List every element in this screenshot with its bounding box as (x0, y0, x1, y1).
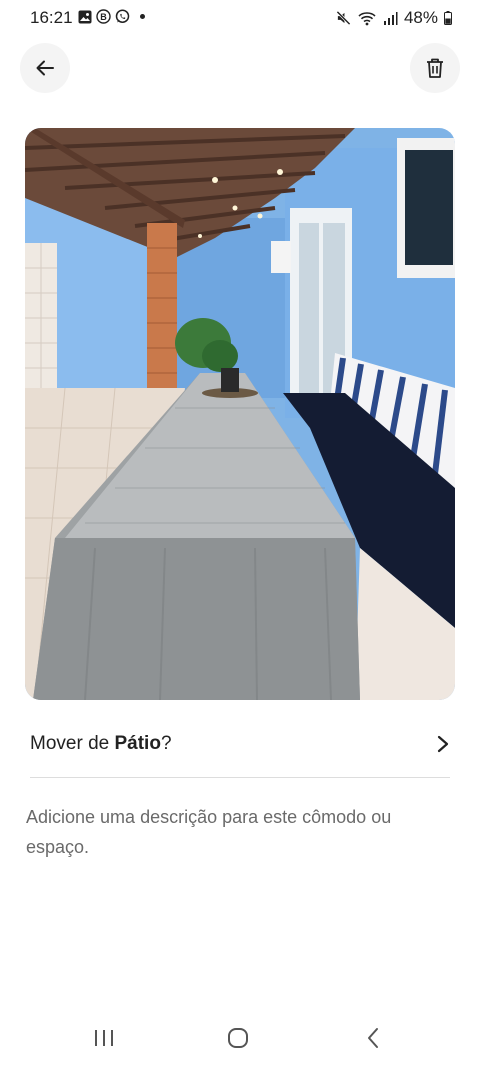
battery-level: 48% (403, 8, 438, 27)
system-back-button[interactable] (358, 1024, 388, 1052)
room-photo[interactable] (25, 128, 455, 700)
move-suffix: ? (160, 733, 172, 754)
status-time: 16:21 (30, 8, 73, 27)
system-icons: 48% (335, 8, 452, 28)
more-notifications-icon (140, 14, 145, 19)
room-name: Pátio (114, 733, 161, 754)
chevron-right-icon (437, 735, 449, 753)
home-button[interactable] (223, 1024, 253, 1052)
battery-icon (444, 11, 452, 26)
back-button[interactable] (20, 43, 70, 93)
recents-icon (95, 1030, 113, 1046)
wifi-icon (357, 11, 377, 26)
b-badge-icon: B (96, 9, 111, 24)
navigation-bar (0, 1010, 480, 1067)
divider (30, 777, 450, 778)
recents-button[interactable] (89, 1024, 119, 1052)
status-bar: 16:21 B 48% (0, 0, 480, 36)
home-icon (228, 1028, 248, 1048)
move-prefix: Mover de (30, 733, 115, 754)
patio-photo-illustration (25, 128, 455, 700)
signal-icon (383, 11, 398, 26)
trash-icon (427, 58, 443, 78)
move-room-label: Mover de Pátio? (30, 733, 172, 755)
gallery-icon (77, 9, 92, 24)
move-room-row[interactable]: Mover de Pátio? (30, 722, 450, 766)
description-input[interactable]: Adicione uma descrição para este cômodo … (26, 802, 458, 862)
arrow-left-icon (36, 60, 54, 76)
mute-icon (335, 10, 351, 26)
delete-button[interactable] (410, 43, 460, 93)
whatsapp-icon (115, 9, 130, 24)
svg-text:B: B (100, 12, 107, 22)
back-icon (368, 1028, 378, 1048)
notification-icons: B (77, 9, 145, 24)
